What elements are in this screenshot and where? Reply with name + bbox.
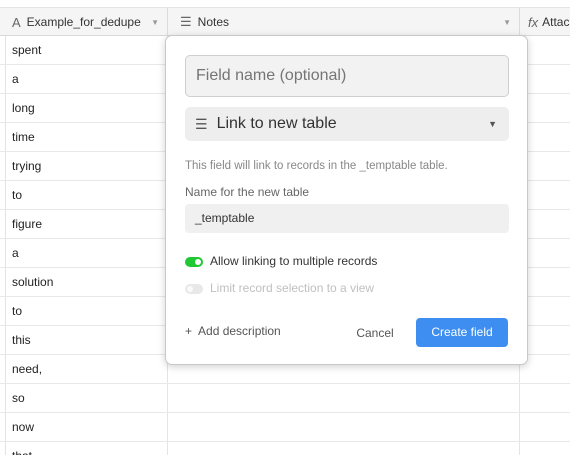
toggle-knob (187, 286, 193, 292)
cell-example-for-dedupe[interactable]: spent (0, 36, 168, 64)
cell-attachment[interactable] (520, 413, 570, 441)
cell-example-for-dedupe[interactable]: trying (0, 152, 168, 180)
new-table-name-input[interactable]: _temptable (185, 204, 509, 233)
cell-example-for-dedupe[interactable]: now (0, 413, 168, 441)
chevron-down-icon: ▼ (488, 119, 497, 129)
plus-icon: + (185, 324, 193, 338)
toggle-knob (195, 259, 201, 265)
field-description-text: This field will link to records in the _… (185, 160, 448, 172)
column-header-label: Attac (542, 15, 570, 29)
cell-example-for-dedupe[interactable]: a (0, 65, 168, 93)
field-name-input[interactable] (185, 55, 509, 97)
table-row[interactable]: now (0, 413, 570, 442)
cell-example-for-dedupe[interactable]: time (0, 123, 168, 151)
chevron-down-icon[interactable]: ▼ (503, 18, 511, 27)
field-type-label: Link to new table (216, 115, 337, 132)
column-header-row: A Example_for_dedupe ▼ ☰ Notes ▼ fx Atta… (0, 7, 570, 36)
cell-attachment[interactable] (520, 384, 570, 412)
cell-example-for-dedupe[interactable]: to (0, 181, 168, 209)
chevron-down-icon[interactable]: ▼ (151, 18, 159, 27)
cell-attachment[interactable] (520, 442, 570, 455)
limit-view-label[interactable]: Limit record selection to a view (210, 281, 374, 295)
cell-example-for-dedupe[interactable]: solution (0, 268, 168, 296)
text-field-icon: A (12, 14, 21, 30)
add-description-button[interactable]: + Add description (185, 324, 281, 338)
allow-multiple-toggle[interactable] (185, 257, 203, 267)
cell-example-for-dedupe[interactable]: this (0, 326, 168, 354)
link-icon: ☰ (195, 115, 208, 132)
column-header-attachment[interactable]: fx Attac (520, 8, 570, 36)
long-text-icon: ☰ (180, 14, 192, 29)
create-field-button[interactable]: Create field (416, 318, 508, 347)
cell-example-for-dedupe[interactable]: a (0, 239, 168, 267)
cell-example-for-dedupe[interactable]: long (0, 94, 168, 122)
cell-example-for-dedupe[interactable]: figure (0, 210, 168, 238)
table-row[interactable]: so (0, 384, 570, 413)
new-table-name-label: Name for the new table (185, 185, 310, 199)
cell-example-for-dedupe[interactable]: so (0, 384, 168, 412)
column-header-label: Notes (197, 15, 230, 29)
column-header-example-for-dedupe[interactable]: A Example_for_dedupe ▼ (0, 8, 168, 36)
formula-icon: fx (528, 14, 539, 30)
cell-notes[interactable] (168, 442, 520, 455)
cell-example-for-dedupe[interactable]: to (0, 297, 168, 325)
column-header-label: Example_for_dedupe (26, 15, 141, 29)
field-type-select[interactable]: ☰ Link to new table ▼ (185, 107, 509, 141)
allow-multiple-label[interactable]: Allow linking to multiple records (210, 254, 377, 268)
add-description-label: Add description (198, 324, 281, 338)
cell-notes[interactable] (168, 413, 520, 441)
table-row[interactable]: that (0, 442, 570, 455)
cell-example-for-dedupe[interactable]: that (0, 442, 168, 455)
limit-view-toggle[interactable] (185, 284, 203, 294)
field-config-dialog: ☰ Link to new table ▼ This field will li… (165, 35, 528, 365)
cancel-button[interactable]: Cancel (352, 320, 398, 346)
cell-example-for-dedupe[interactable]: need, (0, 355, 168, 383)
cell-notes[interactable] (168, 384, 520, 412)
column-header-notes[interactable]: ☰ Notes ▼ (168, 8, 520, 36)
